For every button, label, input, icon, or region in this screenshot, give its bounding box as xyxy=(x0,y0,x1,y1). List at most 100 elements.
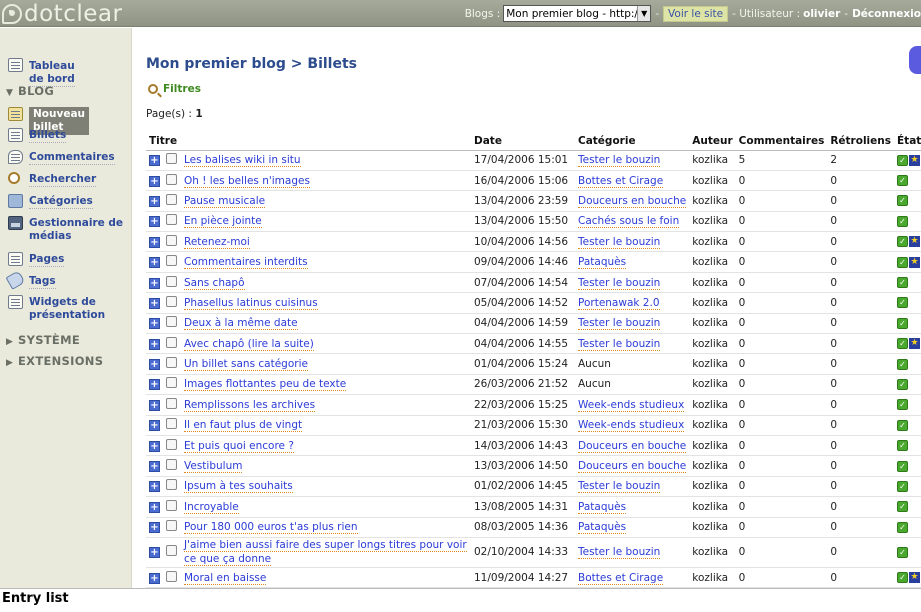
entry-checkbox[interactable] xyxy=(166,316,177,328)
entry-category-link[interactable]: Douceurs en bouche xyxy=(578,439,687,453)
entry-title-link[interactable]: Les balises wiki in situ xyxy=(184,154,301,168)
expand-icon[interactable]: + xyxy=(149,236,160,248)
entry-checkbox[interactable] xyxy=(166,459,177,471)
entry-category-link[interactable]: Week-ends studieux xyxy=(578,419,685,433)
expand-icon[interactable]: + xyxy=(149,359,160,371)
entry-checkbox[interactable] xyxy=(166,255,177,267)
entry-title-link[interactable]: Retenez-moi xyxy=(184,235,250,249)
view-site-button[interactable]: Voir le site xyxy=(663,5,729,22)
entry-category-link[interactable]: Tester le bouzin xyxy=(578,337,661,351)
entry-author: kozlika xyxy=(689,415,736,436)
filters-toggle[interactable]: Filtres xyxy=(148,83,201,95)
entry-category-link[interactable]: Tester le bouzin xyxy=(578,480,661,494)
expand-icon[interactable]: + xyxy=(149,318,160,330)
page-number[interactable]: 1 xyxy=(195,108,202,120)
table-row: + En pièce jointe 13/04/2006 15:50 Cachés s… xyxy=(146,211,921,233)
entry-checkbox[interactable] xyxy=(166,336,177,348)
entry-checkbox[interactable] xyxy=(166,234,177,246)
entry-checkbox[interactable] xyxy=(166,479,177,491)
entry-title-link[interactable]: En pièce jointe xyxy=(184,215,262,229)
entry-title-link[interactable]: Remplissons les archives xyxy=(184,398,316,412)
entry-checkbox[interactable] xyxy=(166,397,177,409)
entry-category-link[interactable]: Bottes et Cirage xyxy=(578,174,664,188)
entry-checkbox[interactable] xyxy=(166,173,177,185)
entry-date: 13/08/2005 14:31 xyxy=(471,496,575,518)
entry-category-link[interactable]: Douceurs en bouche xyxy=(578,460,687,474)
expand-icon[interactable]: + xyxy=(149,501,160,513)
entry-category-link[interactable]: Tester le bouzin xyxy=(578,154,661,168)
entry-checkbox[interactable] xyxy=(166,438,177,450)
logout-link[interactable]: Déconnexio xyxy=(852,8,921,20)
entry-title-link[interactable]: Deux à la même date xyxy=(184,317,298,331)
entry-title-link[interactable]: Oh ! les belles n'images xyxy=(184,174,310,188)
entry-title-link[interactable]: Un billet sans catégorie xyxy=(184,358,308,372)
entry-title-link[interactable]: Commentaires interdits xyxy=(184,256,308,270)
entry-title-link[interactable]: Images flottantes peu de texte xyxy=(184,378,347,392)
expand-icon[interactable]: + xyxy=(149,522,160,534)
expand-icon[interactable]: + xyxy=(149,338,160,350)
expand-icon[interactable]: + xyxy=(149,277,160,289)
entry-checkbox[interactable] xyxy=(166,295,177,307)
entry-category-link[interactable]: Cachés sous le foin xyxy=(578,215,680,229)
expand-icon[interactable]: + xyxy=(149,440,160,452)
expand-icon[interactable]: + xyxy=(149,155,160,167)
entry-checkbox[interactable] xyxy=(166,214,177,226)
entry-title-link[interactable]: Phasellus latinus cuisinus xyxy=(184,296,318,310)
entry-title-link[interactable]: Ipsum à tes souhaits xyxy=(184,480,293,494)
section-extensions[interactable]: ▶ EXTENSIONS xyxy=(6,354,103,368)
expand-icon[interactable]: + xyxy=(149,379,160,391)
entry-title-link[interactable]: Sans chapô xyxy=(184,276,245,290)
published-check-icon: ✓ xyxy=(897,297,908,309)
entry-title-link[interactable]: J'aime bien aussi faire des super longs … xyxy=(184,539,467,567)
section-system[interactable]: ▶ SYSTÈME xyxy=(6,333,80,347)
entry-category-link[interactable]: Tester le bouzin xyxy=(578,276,661,290)
help-tab[interactable] xyxy=(909,46,921,74)
published-check-icon: ✓ xyxy=(897,195,908,207)
entry-checkbox[interactable] xyxy=(166,570,177,582)
entry-checkbox[interactable] xyxy=(166,520,177,532)
entry-checkbox[interactable] xyxy=(166,499,177,511)
expand-icon[interactable]: + xyxy=(149,297,160,309)
entry-category-link[interactable]: Douceurs en bouche xyxy=(578,194,687,208)
dotclear-logo[interactable]: dotclear xyxy=(2,0,122,27)
expand-icon[interactable]: + xyxy=(149,572,160,584)
entry-category-link[interactable]: Pataquès xyxy=(578,256,627,270)
entry-title-link[interactable]: Vestibulum xyxy=(184,460,243,474)
entry-title-link[interactable]: Avec chapô (lire la suite) xyxy=(184,337,314,351)
blog-select[interactable]: Mon premier blog - http:/ ▼ xyxy=(503,5,652,22)
entry-title-link[interactable]: Il en faut plus de vingt xyxy=(184,419,303,433)
entry-category-cell: Tester le bouzin xyxy=(575,476,690,498)
entry-title-link[interactable]: Pour 180 000 euros t'as plus rien xyxy=(184,521,358,535)
expand-icon[interactable]: + xyxy=(149,257,160,269)
entry-checkbox[interactable] xyxy=(166,153,177,165)
entry-category-link[interactable]: Portenawak 2.0 xyxy=(578,296,660,310)
entry-checkbox[interactable] xyxy=(166,275,177,287)
expand-icon[interactable]: + xyxy=(149,420,160,432)
entry-checkbox[interactable] xyxy=(166,357,177,369)
entry-category-link[interactable]: Week-ends studieux xyxy=(578,398,685,412)
entry-title-link[interactable]: Incroyable xyxy=(184,500,239,514)
entry-checkbox[interactable] xyxy=(166,545,177,557)
entry-checkbox[interactable] xyxy=(166,418,177,430)
expand-icon[interactable]: + xyxy=(149,461,160,473)
expand-icon[interactable]: + xyxy=(149,175,160,187)
entry-checkbox[interactable] xyxy=(166,193,177,205)
expand-icon[interactable]: + xyxy=(149,399,160,411)
entry-title-link[interactable]: Moral en baisse xyxy=(184,571,267,585)
entry-category-link[interactable]: Pataquès xyxy=(578,500,627,514)
entry-title-link[interactable]: Et puis quoi encore ? xyxy=(184,439,294,453)
expand-icon[interactable]: + xyxy=(149,481,160,493)
entry-category-link[interactable]: Bottes et Cirage xyxy=(578,571,664,585)
entry-category-link[interactable]: Tester le bouzin xyxy=(578,317,661,331)
entry-title-link[interactable]: Pause musicale xyxy=(184,194,266,208)
entry-category-link[interactable]: Pataquès xyxy=(578,521,627,535)
entry-category-cell: Bottes et Cirage xyxy=(575,170,690,192)
entry-category-link[interactable]: Tester le bouzin xyxy=(578,235,661,249)
entry-category-link[interactable]: Tester le bouzin xyxy=(578,546,661,560)
section-blog[interactable]: ▼ BLOG xyxy=(6,84,54,98)
expand-icon[interactable]: + xyxy=(149,216,160,228)
expand-icon[interactable]: + xyxy=(149,547,160,559)
expand-icon[interactable]: + xyxy=(149,195,160,207)
entry-checkbox[interactable] xyxy=(166,377,177,389)
entry-author: kozlika xyxy=(689,517,736,538)
